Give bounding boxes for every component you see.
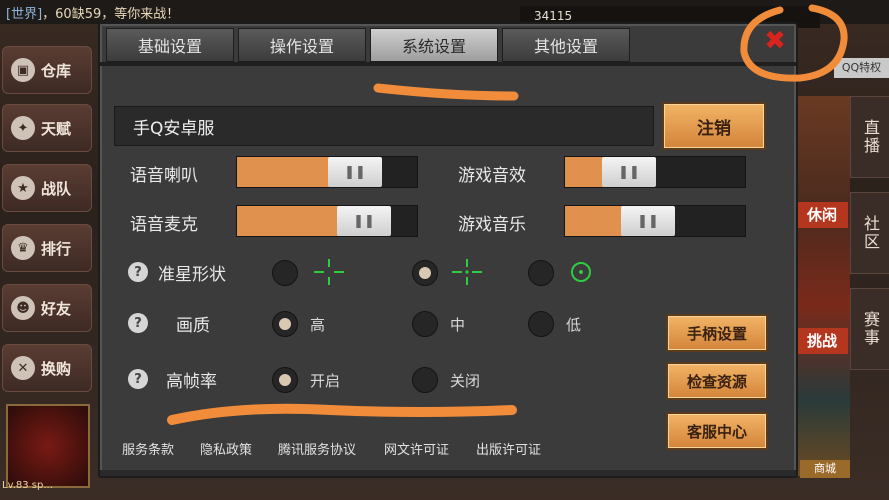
network-license-link[interactable]: 网文许可证: [384, 439, 449, 458]
crosshair-radio-dot[interactable]: [412, 260, 438, 286]
check-resources-button[interactable]: 检查资源: [666, 362, 768, 400]
quality-mid-label: 中: [450, 316, 466, 334]
privacy-link[interactable]: 隐私政策: [200, 439, 252, 458]
quality-radio-high[interactable]: [272, 311, 298, 337]
voice-speaker-slider[interactable]: ❚❚: [236, 156, 418, 188]
nav-team[interactable]: ★ 战队: [2, 164, 92, 212]
voice-speaker-label: 语音喇叭: [130, 166, 198, 186]
world-chat[interactable]: [世界]，60缺59，等你来战！: [6, 3, 179, 22]
tab-divider: [100, 62, 796, 66]
quality-radio-mid[interactable]: [412, 311, 438, 337]
slider-fill: [237, 206, 345, 236]
crosshair-circle-icon: [571, 262, 591, 282]
friends-icon: ☻: [11, 296, 35, 320]
slider-knob[interactable]: ❚❚: [337, 206, 391, 236]
service-agreement-link[interactable]: 腾讯服务协议: [278, 439, 356, 458]
crosshair-help-icon[interactable]: ?: [128, 262, 148, 282]
nav-label: 天赋: [41, 119, 72, 138]
player-level: Lv.83 sp...: [2, 480, 53, 491]
crosshair-label: 准星形状: [158, 265, 226, 285]
publishing-license-link[interactable]: 出版许可证: [476, 439, 541, 458]
tools-icon: ✕: [11, 356, 35, 380]
nav-friends[interactable]: ☻ 好友: [2, 284, 92, 332]
player-avatar[interactable]: [6, 404, 90, 488]
slider-fill: [237, 157, 336, 187]
controller-settings-button[interactable]: 手柄设置: [666, 314, 768, 352]
mode-challenge-label[interactable]: 挑战: [796, 328, 848, 354]
settings-tabs: 基础设置 操作设置 系统设置 其他设置: [106, 28, 634, 62]
voice-mic-slider[interactable]: ❚❚: [236, 205, 418, 237]
logout-button[interactable]: 注销: [662, 102, 766, 150]
qq-privilege-tag[interactable]: QQ特权: [834, 58, 889, 78]
fps-off-label: 关闭: [450, 372, 481, 390]
nav-community[interactable]: 社区: [850, 192, 889, 274]
slider-knob[interactable]: ❚❚: [602, 157, 656, 187]
game-sound-slider[interactable]: ❚❚: [564, 156, 746, 188]
crosshair-open-icon: [314, 259, 344, 285]
quality-radio-low[interactable]: [528, 311, 554, 337]
voice-mic-label: 语音麦克: [130, 215, 198, 235]
quality-high-label: 高: [310, 316, 326, 334]
mall-button[interactable]: 商城: [800, 460, 850, 478]
right-banner-art[interactable]: 休闲 挑战: [794, 96, 850, 476]
currency-value: 34115: [534, 9, 573, 23]
mode-casual-label[interactable]: 休闲: [796, 202, 848, 228]
dialog-bottom-edge: [100, 470, 796, 476]
crosshair-radio-circle[interactable]: [528, 260, 554, 286]
trophy-icon: ♛: [11, 236, 35, 260]
high-fps-label: 高帧率: [166, 372, 217, 392]
nav-label: 换购: [41, 359, 72, 378]
game-music-slider[interactable]: ❚❚: [564, 205, 746, 237]
chat-channel-tag: [世界]: [6, 7, 43, 22]
nav-warehouse[interactable]: ▣ 仓库: [2, 46, 92, 94]
crosshair-radio-open[interactable]: [272, 260, 298, 286]
nav-exchange[interactable]: ✕ 换购: [2, 344, 92, 392]
slider-knob[interactable]: ❚❚: [621, 206, 675, 236]
fps-help-icon[interactable]: ?: [128, 369, 148, 389]
terms-link[interactable]: 服务条款: [122, 439, 174, 458]
close-icon[interactable]: ✖: [760, 26, 790, 56]
server-name-field: 手Q安卓服: [114, 106, 654, 146]
quality-help-icon[interactable]: ?: [128, 313, 148, 333]
game-sound-label: 游戏音效: [458, 166, 526, 186]
quality-label: 画质: [176, 316, 210, 336]
nav-talent[interactable]: ✦ 天赋: [2, 104, 92, 152]
fps-radio-on[interactable]: [272, 367, 298, 393]
game-music-label: 游戏音乐: [458, 215, 526, 235]
box-icon: ▣: [11, 58, 35, 82]
nav-label: 战队: [41, 179, 72, 198]
nav-label: 仓库: [41, 61, 72, 80]
tab-basic[interactable]: 基础设置: [106, 28, 234, 62]
nav-label: 好友: [41, 299, 72, 318]
chat-message: ，60缺59，等你来战！: [42, 7, 180, 22]
slider-knob[interactable]: ❚❚: [328, 157, 382, 187]
nav-live[interactable]: 直播: [850, 96, 889, 178]
nav-label: 排行: [41, 239, 72, 258]
fps-on-label: 开启: [310, 372, 341, 390]
team-icon: ★: [11, 176, 35, 200]
crosshair-dot-icon: [452, 259, 482, 285]
tab-other[interactable]: 其他设置: [502, 28, 630, 62]
customer-service-button[interactable]: 客服中心: [666, 412, 768, 450]
quality-low-label: 低: [566, 316, 582, 334]
nav-ranking[interactable]: ♛ 排行: [2, 224, 92, 272]
tab-controls[interactable]: 操作设置: [238, 28, 366, 62]
fps-radio-off[interactable]: [412, 367, 438, 393]
settings-dialog: 基础设置 操作设置 系统设置 其他设置 手Q安卓服 注销 语音喇叭 ❚❚ 游戏音…: [98, 22, 798, 478]
tab-system[interactable]: 系统设置: [370, 28, 498, 62]
talent-icon: ✦: [11, 116, 35, 140]
nav-events[interactable]: 赛事: [850, 288, 889, 370]
